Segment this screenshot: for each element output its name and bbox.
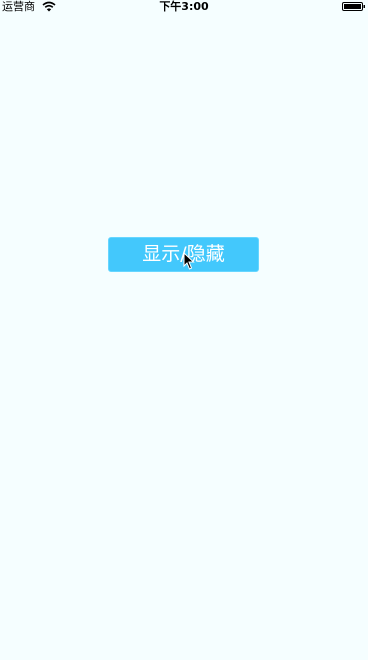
battery-icon xyxy=(342,2,365,11)
show-hide-button[interactable]: 显示/隐藏 xyxy=(108,237,259,272)
status-time: 下午3:00 xyxy=(159,0,209,13)
status-bar: 运营商 下午3:00 xyxy=(0,0,368,14)
app-screen: 运营商 下午3:00 显示/隐藏 xyxy=(0,0,368,660)
